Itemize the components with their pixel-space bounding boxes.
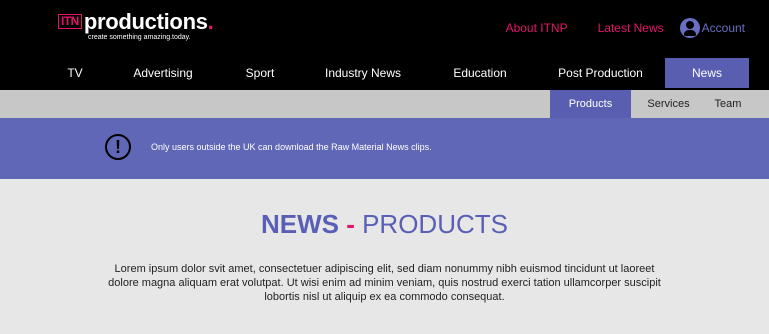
intro-paragraph: Lorem ipsum dolor svit amet, consectetue… <box>108 263 661 303</box>
brand-tagline: create something amazing.today. <box>88 34 191 41</box>
itn-mark: ITN <box>58 14 82 29</box>
nav-item-post-production[interactable]: Post Production <box>548 58 653 88</box>
nav-item-news[interactable]: News <box>665 58 749 88</box>
account-link[interactable]: Account <box>679 18 745 38</box>
page-title: NEWS - PRODUCTS <box>0 179 769 240</box>
title-section: NEWS <box>260 209 339 239</box>
exclamation-circle-icon: ! <box>105 134 131 160</box>
subnav-item-services[interactable]: Services <box>631 90 706 118</box>
nav-item-tv[interactable]: TV <box>50 58 100 88</box>
about-link[interactable]: About ITNP <box>506 21 568 35</box>
user-icon <box>679 18 700 38</box>
nav-item-advertising[interactable]: Advertising <box>118 58 208 88</box>
subnav-item-team[interactable]: Team <box>706 90 750 118</box>
nav-item-education[interactable]: Education <box>440 58 520 88</box>
alert-banner: ! Only users outside the UK can download… <box>0 118 769 179</box>
utility-nav: About ITNP Latest News Account <box>476 18 745 38</box>
nav-item-industry-news[interactable]: Industry News <box>318 58 408 88</box>
brand-dot: . <box>207 9 214 34</box>
sub-nav: Products Services Team <box>0 90 769 118</box>
brand-logo[interactable]: ITN productions . create something amazi… <box>58 11 214 41</box>
title-subsection: PRODUCTS <box>362 209 508 239</box>
main-nav: TV Advertising Sport Industry News Educa… <box>0 58 769 88</box>
account-label: Account <box>701 21 745 35</box>
alert-message: Only users outside the UK can download t… <box>151 142 432 152</box>
site-header: ITN productions . create something amazi… <box>0 0 769 90</box>
title-separator: - <box>338 209 363 239</box>
nav-item-sport[interactable]: Sport <box>232 58 288 88</box>
subnav-item-products[interactable]: Products <box>550 90 631 118</box>
latest-news-link[interactable]: Latest News <box>598 21 664 35</box>
brand-name: productions <box>83 9 208 34</box>
main-content: NEWS - PRODUCTS Lorem ipsum dolor svit a… <box>0 179 769 304</box>
